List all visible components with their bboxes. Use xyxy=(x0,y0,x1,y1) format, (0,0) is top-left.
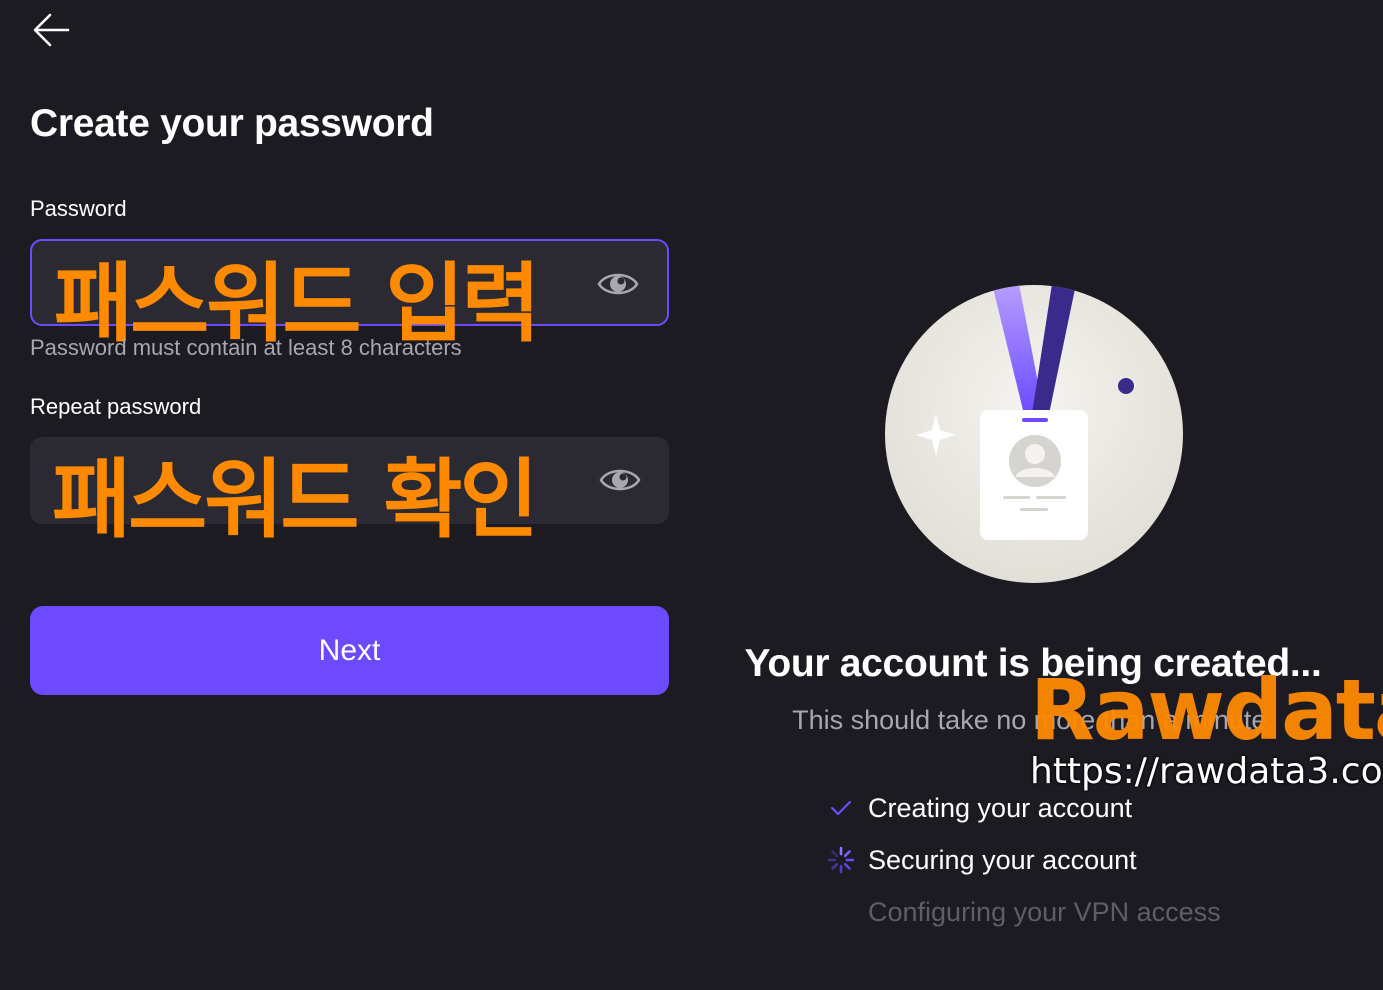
watermark: Rawdata https://rawdata3.com xyxy=(1030,661,1383,792)
step-configuring-vpn: Configuring your VPN access xyxy=(826,894,1221,930)
repeat-password-field-value: 패스워드 확인 xyxy=(52,450,539,550)
step-label: Creating your account xyxy=(868,792,1133,823)
step-label: Configuring your VPN access xyxy=(868,896,1221,927)
next-button[interactable]: Next xyxy=(30,606,669,695)
check-icon xyxy=(830,800,852,816)
watermark-url: https://rawdata3.com xyxy=(1030,751,1383,792)
arrow-left-icon xyxy=(33,13,70,47)
show-password-toggle[interactable] xyxy=(597,267,639,301)
account-illustration xyxy=(884,284,1184,584)
watermark-brand: Rawdata xyxy=(1030,661,1383,759)
page-title: Create your password xyxy=(30,102,434,145)
step-securing-account: Securing your account xyxy=(826,842,1137,878)
spinner-icon xyxy=(827,846,855,874)
step-creating-account: Creating your account xyxy=(826,790,1132,826)
password-label: Password xyxy=(30,196,127,221)
show-repeat-password-toggle[interactable] xyxy=(599,463,641,497)
repeat-password-field[interactable]: 패스워드 확인 xyxy=(30,437,669,550)
step-label: Securing your account xyxy=(868,844,1137,875)
id-badge-icon xyxy=(885,285,1183,583)
eye-icon xyxy=(597,273,639,295)
password-field[interactable]: 패스워드 입력 xyxy=(30,239,669,354)
back-button[interactable] xyxy=(30,10,74,50)
repeat-password-label: Repeat password xyxy=(30,394,202,419)
eye-icon xyxy=(599,469,641,491)
password-hint: Password must contain at least 8 charact… xyxy=(30,335,462,360)
